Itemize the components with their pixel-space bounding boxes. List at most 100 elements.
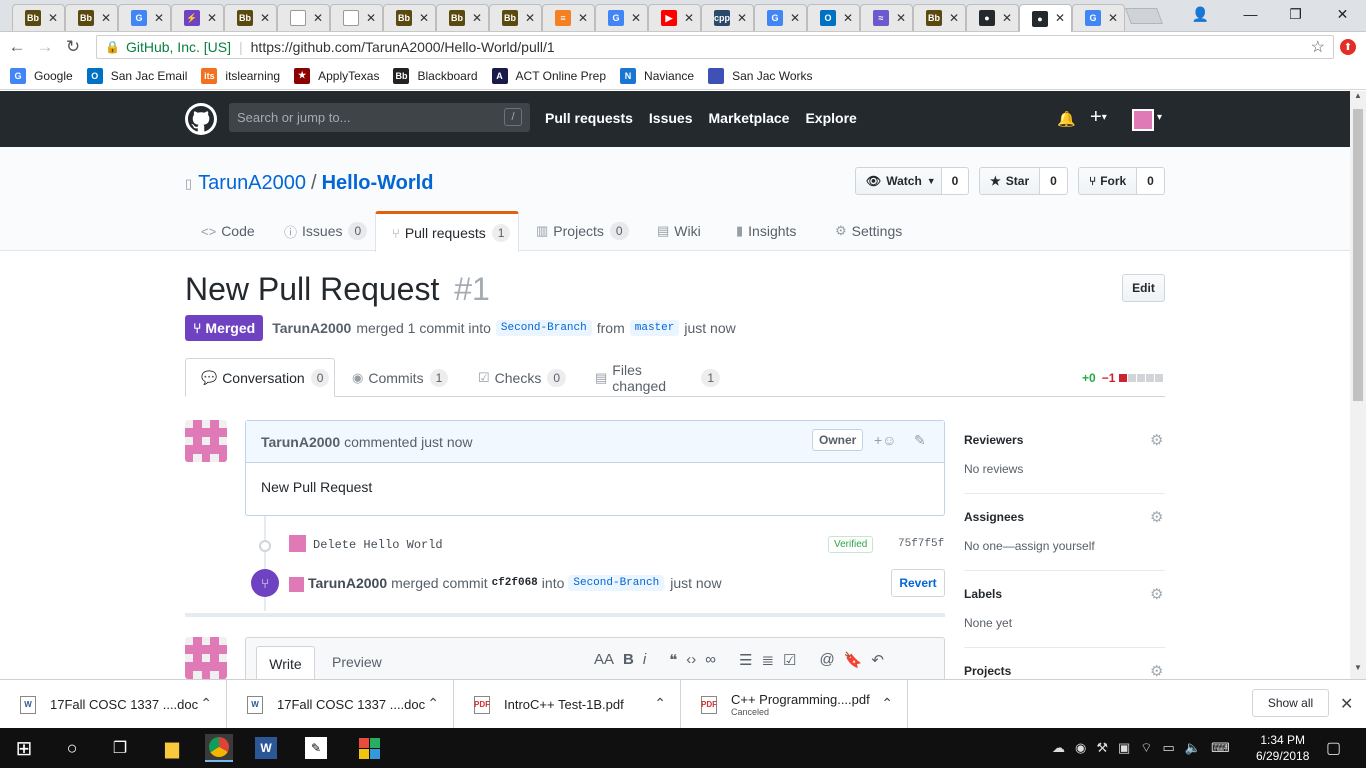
merger-avatar[interactable] bbox=[289, 577, 304, 592]
browser-tab[interactable]: ● ✕ bbox=[1019, 4, 1072, 32]
cortana-search-icon[interactable]: ○ bbox=[58, 734, 86, 762]
close-tab-icon[interactable]: ✕ bbox=[631, 11, 641, 25]
close-tab-icon[interactable]: ✕ bbox=[419, 11, 429, 25]
browser-tab[interactable]: ✕ bbox=[330, 4, 383, 31]
browser-tab[interactable]: G ✕ bbox=[1072, 4, 1125, 31]
repo-tab-settings[interactable]: ⚙ Settings bbox=[819, 211, 919, 251]
repo-tab-issues[interactable]: ⓘ Issues 0 bbox=[268, 211, 370, 251]
commenter-avatar[interactable] bbox=[185, 420, 227, 462]
bookmark-star-icon[interactable]: ☆ bbox=[1311, 37, 1325, 57]
gear-icon[interactable]: ⚙ bbox=[1150, 662, 1163, 679]
edit-pencil-icon[interactable]: ✎ bbox=[914, 432, 926, 449]
pr-tab-conversation[interactable]: 💬 Conversation 0 bbox=[185, 358, 335, 397]
pr-author-link[interactable]: TarunA2000 bbox=[272, 320, 351, 336]
scroll-down-arrow-icon[interactable]: ▼ bbox=[1350, 663, 1366, 677]
verified-badge[interactable]: Verified bbox=[828, 536, 874, 553]
close-tab-icon[interactable]: ✕ bbox=[578, 11, 588, 25]
link-icon[interactable]: ∞ bbox=[705, 651, 716, 669]
sidebar-projects-heading[interactable]: Projects bbox=[964, 664, 1011, 678]
saved-reply-icon[interactable]: 🔖 bbox=[844, 651, 863, 669]
browser-tab[interactable]: ▶ ✕ bbox=[648, 4, 701, 31]
network-tool-icon[interactable]: ⚒ bbox=[1096, 740, 1108, 756]
reply-icon[interactable]: ↶ bbox=[871, 651, 884, 669]
tray-app-icon[interactable]: ▣ bbox=[1118, 740, 1130, 756]
mention-icon[interactable]: @ bbox=[819, 651, 834, 669]
minimize-button[interactable]: — bbox=[1228, 0, 1273, 28]
merge-sha[interactable]: cf2f068 bbox=[492, 577, 538, 589]
close-tab-icon[interactable]: ✕ bbox=[843, 11, 853, 25]
browser-tab[interactable]: Bb ✕ bbox=[383, 4, 436, 31]
notepad-icon[interactable]: ✎ bbox=[305, 737, 327, 759]
repo-name-link[interactable]: Hello-World bbox=[322, 172, 434, 195]
wifi-icon[interactable]: ⌔ bbox=[1140, 740, 1152, 756]
header-nav-link[interactable]: Issues bbox=[649, 110, 693, 126]
close-downloads-icon[interactable]: ✕ bbox=[1340, 694, 1353, 714]
numbered-list-icon[interactable]: ≣ bbox=[761, 651, 774, 669]
close-tab-icon[interactable]: ✕ bbox=[472, 11, 482, 25]
code-icon[interactable]: ‹› bbox=[686, 651, 696, 669]
reload-button[interactable]: ↻ bbox=[62, 36, 84, 58]
close-tab-icon[interactable]: ✕ bbox=[48, 11, 58, 25]
close-tab-icon[interactable]: ✕ bbox=[1002, 11, 1012, 25]
repo-tab-insights[interactable]: ▮ Insights bbox=[720, 211, 814, 251]
italic-icon[interactable]: i bbox=[643, 651, 646, 669]
preview-tab[interactable]: Preview bbox=[332, 654, 382, 670]
browser-tab[interactable]: ⚡ ✕ bbox=[171, 4, 224, 31]
address-bar[interactable]: 🔒 GitHub, Inc. [US] | https://github.com… bbox=[96, 35, 1334, 59]
browser-tab[interactable]: ≈ ✕ bbox=[860, 4, 913, 31]
forward-button[interactable]: → bbox=[34, 36, 56, 58]
repo-tab-pull-requests[interactable]: ⑂ Pull requests 1 bbox=[375, 211, 519, 252]
header-icon[interactable]: AA bbox=[594, 651, 614, 669]
star-button[interactable]: ★ Star bbox=[979, 167, 1040, 195]
repo-tab-wiki[interactable]: ▤ Wiki bbox=[641, 211, 715, 251]
gear-icon[interactable]: ⚙ bbox=[1150, 508, 1163, 526]
close-tab-icon[interactable]: ✕ bbox=[949, 11, 959, 25]
download-item[interactable]: W 17Fall COSC 1337 ....doc ⌃ bbox=[0, 680, 227, 729]
profile-icon[interactable]: 👤 bbox=[1178, 0, 1223, 28]
pr-tab-checks[interactable]: ☑ Checks 0 bbox=[463, 358, 573, 397]
download-item[interactable]: PDF IntroC++ Test-1B.pdf ⌃ bbox=[454, 680, 681, 729]
repo-tab-projects[interactable]: ▥ Projects 0 bbox=[520, 211, 636, 251]
scroll-up-arrow-icon[interactable]: ▲ bbox=[1350, 91, 1366, 105]
quote-icon[interactable]: ❝ bbox=[669, 651, 677, 669]
browser-tab[interactable]: Bb ✕ bbox=[913, 4, 966, 31]
pr-tab-commits[interactable]: ◉ Commits 1 bbox=[337, 358, 457, 397]
close-window-button[interactable]: ✕ bbox=[1320, 0, 1365, 28]
task-view-icon[interactable]: ❐ bbox=[106, 734, 134, 762]
browser-tab[interactable]: G ✕ bbox=[118, 4, 171, 31]
maximize-button[interactable]: ❐ bbox=[1273, 0, 1318, 28]
download-item[interactable]: W 17Fall COSC 1337 ....doc ⌃ bbox=[227, 680, 454, 729]
bookmark-item[interactable]: its itslearning bbox=[201, 67, 280, 84]
watch-button[interactable]: 👁 Watch ▼ bbox=[855, 167, 942, 195]
merger-name[interactable]: TarunA2000 bbox=[308, 575, 387, 591]
commit-sha[interactable]: 75f7f5f bbox=[898, 538, 944, 550]
windows-start-icon[interactable]: ⊞ bbox=[10, 734, 38, 762]
close-tab-icon[interactable]: ✕ bbox=[1108, 11, 1118, 25]
user-avatar[interactable] bbox=[1132, 109, 1154, 131]
extension-icon[interactable]: ⬆ bbox=[1340, 39, 1356, 55]
close-tab-icon[interactable]: ✕ bbox=[737, 11, 747, 25]
current-user-avatar[interactable] bbox=[185, 637, 227, 679]
head-branch[interactable]: master bbox=[629, 320, 680, 336]
header-nav-link[interactable]: Explore bbox=[805, 110, 856, 126]
bookmark-item[interactable]: San Jac Works bbox=[708, 67, 813, 84]
keyboard-icon[interactable]: ⌨ bbox=[1211, 740, 1230, 756]
action-center-icon[interactable]: ▢ bbox=[1326, 738, 1341, 758]
create-new-plus-icon[interactable]: +▾ bbox=[1090, 106, 1107, 129]
update-icon[interactable]: ◉ bbox=[1075, 740, 1086, 756]
add-reaction-icon[interactable]: +☺ bbox=[874, 432, 896, 448]
close-tab-icon[interactable]: ✕ bbox=[790, 11, 800, 25]
task-list-icon[interactable]: ☑ bbox=[783, 651, 796, 669]
bookmark-item[interactable]: ★ ApplyTexas bbox=[294, 67, 379, 84]
browser-tab[interactable]: Bb ✕ bbox=[65, 4, 118, 31]
commit-message[interactable]: Delete Hello World bbox=[313, 538, 443, 552]
browser-tab[interactable]: ● ✕ bbox=[966, 4, 1019, 31]
bullet-list-icon[interactable]: ☰ bbox=[739, 651, 752, 669]
sidebar-assignees-value[interactable]: No one—assign yourself bbox=[964, 539, 1095, 553]
browser-tab[interactable]: G ✕ bbox=[754, 4, 807, 31]
show-all-button[interactable]: Show all bbox=[1252, 689, 1329, 717]
close-tab-icon[interactable]: ✕ bbox=[366, 11, 376, 25]
sidebar-labels-heading[interactable]: Labels bbox=[964, 587, 1002, 601]
bold-icon[interactable]: B bbox=[623, 651, 634, 669]
browser-tab[interactable]: ✕ bbox=[277, 4, 330, 31]
